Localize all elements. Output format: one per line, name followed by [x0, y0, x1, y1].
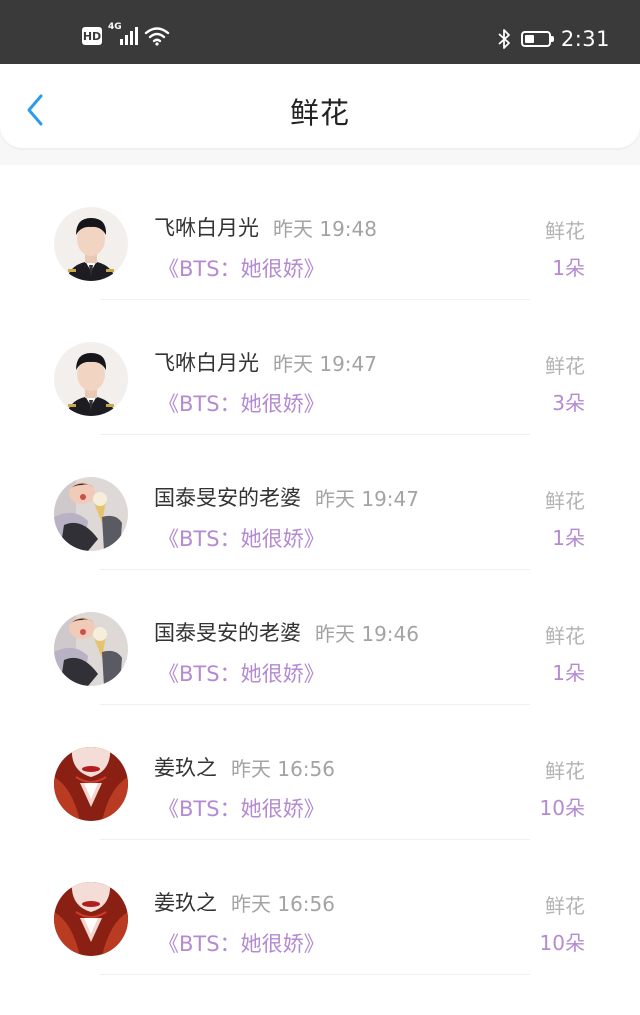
- gift-type: 鲜花: [545, 219, 585, 243]
- hd-icon: HD: [82, 27, 102, 45]
- list-item[interactable]: 姜玖之 昨天 16:56 《BTS：她很娇》 鲜花 10朵: [0, 705, 640, 840]
- gift-type: 鲜花: [545, 759, 585, 783]
- man-avatar[interactable]: [54, 207, 128, 281]
- list-item[interactable]: 飞咻白月光 昨天 19:48 《BTS：她很娇》 鲜花 1朵: [0, 165, 640, 300]
- user-name[interactable]: 姜玖之: [154, 887, 217, 917]
- timestamp: 昨天 19:47: [273, 352, 377, 376]
- battery-icon: [520, 31, 554, 47]
- work-title-link[interactable]: 《BTS：她很娇》: [158, 388, 325, 418]
- divider: [100, 974, 530, 975]
- gift-count: 1朵: [552, 661, 585, 685]
- gift-type: 鲜花: [545, 489, 585, 513]
- work-title-link[interactable]: 《BTS：她很娇》: [158, 793, 325, 823]
- icecream-avatar[interactable]: [54, 477, 128, 551]
- status-right: 2:31: [497, 24, 610, 54]
- red-avatar[interactable]: [54, 882, 128, 956]
- man-avatar[interactable]: [54, 342, 128, 416]
- page-title: 鲜花: [289, 96, 350, 130]
- user-name[interactable]: 国泰旻安的老婆: [154, 482, 301, 512]
- timestamp: 昨天 19:47: [315, 487, 419, 511]
- red-avatar[interactable]: [54, 747, 128, 821]
- gift-type: 鲜花: [545, 624, 585, 648]
- timestamp: 昨天 16:56: [231, 892, 335, 916]
- gift-count: 1朵: [552, 256, 585, 280]
- work-title-link[interactable]: 《BTS：她很娇》: [158, 253, 325, 283]
- user-name[interactable]: 国泰旻安的老婆: [154, 617, 301, 647]
- signal-icon: 4G: [108, 22, 138, 47]
- timestamp: 昨天 19:48: [273, 217, 377, 241]
- gift-type: 鲜花: [545, 354, 585, 378]
- work-title-link[interactable]: 《BTS：她很娇》: [158, 523, 325, 553]
- gift-list: 飞咻白月光 昨天 19:48 《BTS：她很娇》 鲜花 1朵 飞咻白月光 昨天 …: [0, 165, 640, 1015]
- user-name[interactable]: 飞咻白月光: [154, 212, 259, 242]
- gift-count: 10朵: [539, 796, 585, 820]
- icecream-avatar[interactable]: [54, 612, 128, 686]
- gift-type: 鲜花: [545, 894, 585, 918]
- gift-count: 10朵: [539, 931, 585, 955]
- list-item[interactable]: 国泰旻安的老婆 昨天 19:46 《BTS：她很娇》 鲜花 1朵: [0, 570, 640, 705]
- work-title-link[interactable]: 《BTS：她很娇》: [158, 658, 325, 688]
- gift-count: 1朵: [552, 526, 585, 550]
- list-item[interactable]: 姜玖之 昨天 16:56 《BTS：她很娇》 鲜花 10朵: [0, 840, 640, 975]
- status-left: HD 4G: [82, 22, 170, 48]
- timestamp: 昨天 16:56: [231, 757, 335, 781]
- user-name[interactable]: 姜玖之: [154, 752, 217, 782]
- user-name[interactable]: 飞咻白月光: [154, 347, 259, 377]
- battery-level: [524, 35, 534, 43]
- nav-bar: 鲜花: [0, 64, 640, 148]
- list-item[interactable]: 国泰旻安的老婆 昨天 19:47 《BTS：她很娇》 鲜花 1朵: [0, 435, 640, 570]
- gift-count: 3朵: [552, 391, 585, 415]
- wifi-icon: [144, 26, 170, 46]
- bluetooth-icon: [497, 27, 511, 51]
- clock: 2:31: [560, 27, 610, 51]
- work-title-link[interactable]: 《BTS：她很娇》: [158, 928, 325, 958]
- timestamp: 昨天 19:46: [315, 622, 419, 646]
- status-bar: HD 4G 2:31: [0, 0, 640, 64]
- list-item[interactable]: 飞咻白月光 昨天 19:47 《BTS：她很娇》 鲜花 3朵: [0, 300, 640, 435]
